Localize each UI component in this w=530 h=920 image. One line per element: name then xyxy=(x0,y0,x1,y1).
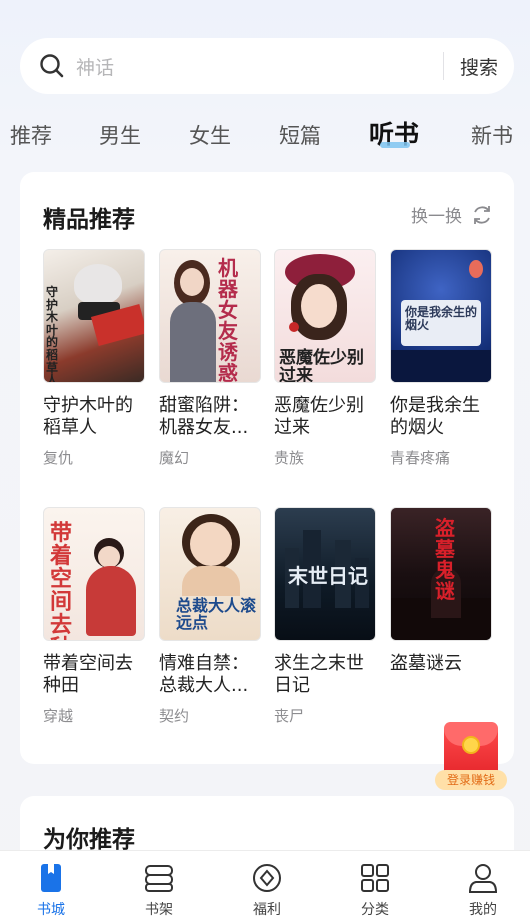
book-title: 盗墓谜云 xyxy=(390,653,462,674)
tab-recommend[interactable]: 推荐 xyxy=(10,120,52,150)
nav-label: 我的 xyxy=(469,902,497,918)
section-title: 精品推荐 xyxy=(43,207,135,233)
nav-label: 福利 xyxy=(253,902,281,918)
book-genre: 魔幻 xyxy=(159,449,190,467)
nav-bookshelf[interactable]: 书架 xyxy=(129,861,189,919)
book-cover: 盗墓鬼谜 xyxy=(390,507,492,641)
nav-label: 书城 xyxy=(37,902,65,918)
book-genre: 丧尸 xyxy=(274,707,305,725)
welfare-icon xyxy=(250,861,284,895)
book-card[interactable]: 你是我余生的烟火 你是我余生的烟火 青春疼痛 xyxy=(390,249,492,468)
bookshelf-icon xyxy=(142,861,176,895)
book-title: 守护木叶的稻草人 xyxy=(43,395,133,438)
book-card[interactable]: 恶魔佐少别过来 恶魔佐少别过来 贵族 xyxy=(274,249,376,468)
nav-label: 分类 xyxy=(361,902,389,918)
search-input[interactable]: 神话 xyxy=(76,53,443,80)
book-cover: 恶魔佐少别过来 xyxy=(274,249,376,383)
search-button[interactable]: 搜索 xyxy=(444,53,514,80)
book-cover: 带着空间去种田 xyxy=(43,507,145,641)
bookstore-icon xyxy=(34,861,68,895)
cover-title: 总裁大人滚远点 xyxy=(176,596,257,632)
active-tab-indicator xyxy=(380,142,410,148)
book-cover: 末世日记 xyxy=(274,507,376,641)
cover-title: 守护木叶的稻草人 xyxy=(46,285,59,383)
section-title: 为你推荐 xyxy=(43,827,135,853)
search-bar[interactable]: 神话 搜索 xyxy=(20,38,514,94)
refresh-label: 换一换 xyxy=(411,207,462,227)
profile-icon xyxy=(466,861,500,895)
book-title: 恶魔佐少别过来 xyxy=(274,395,364,438)
book-cover: 你是我余生的烟火 xyxy=(390,249,492,383)
cover-title: 盗墓鬼谜 xyxy=(435,516,455,603)
book-card[interactable]: 总裁大人滚远点 情难自禁：总裁大人... 契约 xyxy=(159,507,261,726)
category-tabs: 推荐 男生 女生 短篇 听书 新书 xyxy=(0,112,530,158)
book-title: 带着空间去种田 xyxy=(43,653,133,696)
book-cover: 机器女友诱惑爱 xyxy=(159,249,261,383)
book-card[interactable]: 守护木叶的稻草人 守护木叶的稻草人 复仇 xyxy=(43,249,145,468)
book-title: 情难自禁：总裁大人... xyxy=(159,653,249,696)
book-genre: 复仇 xyxy=(43,449,74,467)
bottom-nav: 书城 书架 福利 分类 我的 xyxy=(0,850,530,920)
book-cover: 守护木叶的稻草人 xyxy=(43,249,145,383)
red-packet-label: 登录赚钱 xyxy=(435,770,507,790)
cover-title: 恶魔佐少别过来 xyxy=(279,348,364,383)
cover-title: 末世日记 xyxy=(288,564,368,588)
tab-short[interactable]: 短篇 xyxy=(279,120,321,150)
tab-female[interactable]: 女生 xyxy=(189,120,231,150)
book-card[interactable]: 机器女友诱惑爱 甜蜜陷阱：机器女友... 魔幻 xyxy=(159,249,261,468)
nav-label: 书架 xyxy=(145,902,173,918)
book-card[interactable]: 末世日记 求生之末世日记 丧尸 xyxy=(274,507,376,726)
tab-male[interactable]: 男生 xyxy=(99,120,141,150)
nav-welfare[interactable]: 福利 xyxy=(237,861,297,919)
book-genre: 贵族 xyxy=(274,449,305,467)
search-icon xyxy=(38,52,66,80)
book-title: 你是我余生的烟火 xyxy=(390,395,480,438)
category-icon xyxy=(358,861,392,895)
cover-title: 机器女友诱惑爱 xyxy=(218,256,238,383)
book-title: 甜蜜陷阱：机器女友... xyxy=(159,395,249,438)
book-card[interactable]: 盗墓鬼谜 盗墓谜云 xyxy=(390,507,492,705)
book-cover: 总裁大人滚远点 xyxy=(159,507,261,641)
book-genre: 青春疼痛 xyxy=(390,449,451,467)
nav-profile[interactable]: 我的 xyxy=(453,861,513,919)
book-title: 求生之末世日记 xyxy=(274,653,364,696)
book-genre: 穿越 xyxy=(43,707,74,725)
book-card[interactable]: 带着空间去种田 带着空间去种田 穿越 xyxy=(43,507,145,726)
coin-icon xyxy=(462,736,480,754)
nav-bookstore[interactable]: 书城 xyxy=(21,861,81,919)
book-genre: 契约 xyxy=(159,707,190,725)
red-packet-button[interactable]: 登录赚钱 xyxy=(435,720,507,792)
refresh-icon xyxy=(474,205,490,224)
tab-new[interactable]: 新书 xyxy=(471,120,513,150)
refresh-button[interactable]: 换一换 xyxy=(411,202,494,227)
cover-title: 你是我余生的烟火 xyxy=(405,305,478,332)
nav-category[interactable]: 分类 xyxy=(345,861,405,919)
cover-title: 带着空间去种田 xyxy=(50,521,73,640)
featured-section: 精品推荐 换一换 守护木叶的稻草人 守护木叶的稻草人 复仇 机器女友诱惑爱 甜蜜… xyxy=(20,172,514,764)
